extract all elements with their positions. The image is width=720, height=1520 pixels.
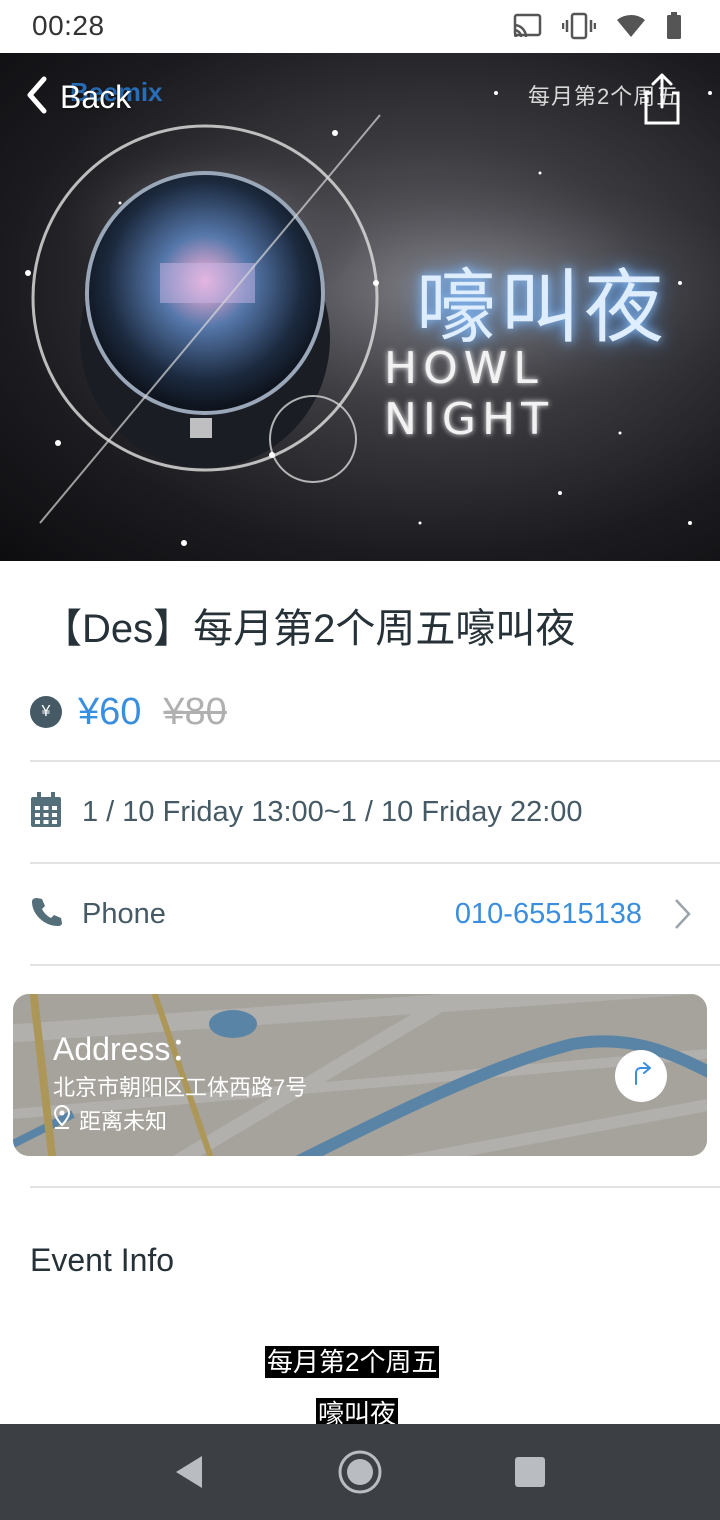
banner-title-cn: 嚎叫夜 [416, 261, 668, 354]
back-button[interactable]: Back [22, 75, 131, 120]
distance-text: 距离未知 [79, 1109, 168, 1134]
divider [30, 1186, 720, 1188]
location-pin-icon [53, 1104, 71, 1135]
price-row: ¥ ¥60 ¥80 [30, 688, 227, 736]
cast-icon [512, 13, 542, 44]
address-line: 北京市朝阳区工体西路7号 [53, 1075, 308, 1100]
wifi-icon [616, 14, 646, 43]
address-title: Address： [53, 1031, 203, 1067]
system-nav-bar [0, 1424, 720, 1520]
datetime-row: 1 / 10 Friday 13:00~1 / 10 Friday 22:00 [30, 790, 583, 834]
event-banner-image: Beemix 每月第2个周五 嚎叫夜 HOWL NIGHT Back [0, 53, 720, 561]
navigate-arrow-icon [628, 1061, 654, 1092]
divider [30, 862, 720, 864]
event-info-line: 每月第2个周五 [265, 1346, 440, 1378]
status-icons [512, 12, 682, 45]
status-time: 00:28 [32, 10, 105, 41]
share-button[interactable] [636, 71, 684, 127]
phone-row[interactable]: Phone 010-65515138 [30, 892, 692, 936]
chevron-right-icon [672, 898, 692, 935]
nav-home-button[interactable] [336, 1448, 384, 1496]
event-datetime: 1 / 10 Friday 13:00~1 / 10 Friday 22:00 [82, 795, 583, 828]
event-title: 【Des】每月第2个周五嚎叫夜 [42, 607, 576, 651]
banner-title-en: HOWL NIGHT [384, 343, 554, 445]
calendar-icon [30, 791, 62, 833]
nav-back-button[interactable] [168, 1448, 216, 1496]
price-current: ¥60 [78, 690, 142, 733]
address-map-card[interactable]: Address： 北京市朝阳区工体西路7号 距离未知 [13, 994, 707, 1156]
triangle-back-icon [168, 1456, 216, 1500]
phone-icon [30, 896, 62, 933]
yen-icon: ¥ [30, 696, 62, 728]
circle-home-icon [336, 1450, 384, 1500]
status-bar: 00:28 [0, 0, 720, 53]
share-icon [636, 73, 684, 131]
price-original: ¥80 [163, 690, 227, 733]
back-label: Back [60, 79, 132, 115]
square-recents-icon [506, 1457, 554, 1500]
divider [30, 760, 720, 762]
chevron-left-icon [22, 75, 52, 120]
battery-icon [666, 12, 682, 45]
phone-number[interactable]: 010-65515138 [455, 898, 642, 931]
vibrate-icon [561, 12, 597, 45]
event-info-title: Event Info [30, 1242, 175, 1278]
nav-recents-button[interactable] [506, 1448, 554, 1496]
phone-label: Phone [82, 897, 166, 930]
navigate-button[interactable] [615, 1050, 667, 1102]
distance-row: 距离未知 [53, 1104, 167, 1136]
divider [30, 964, 720, 966]
